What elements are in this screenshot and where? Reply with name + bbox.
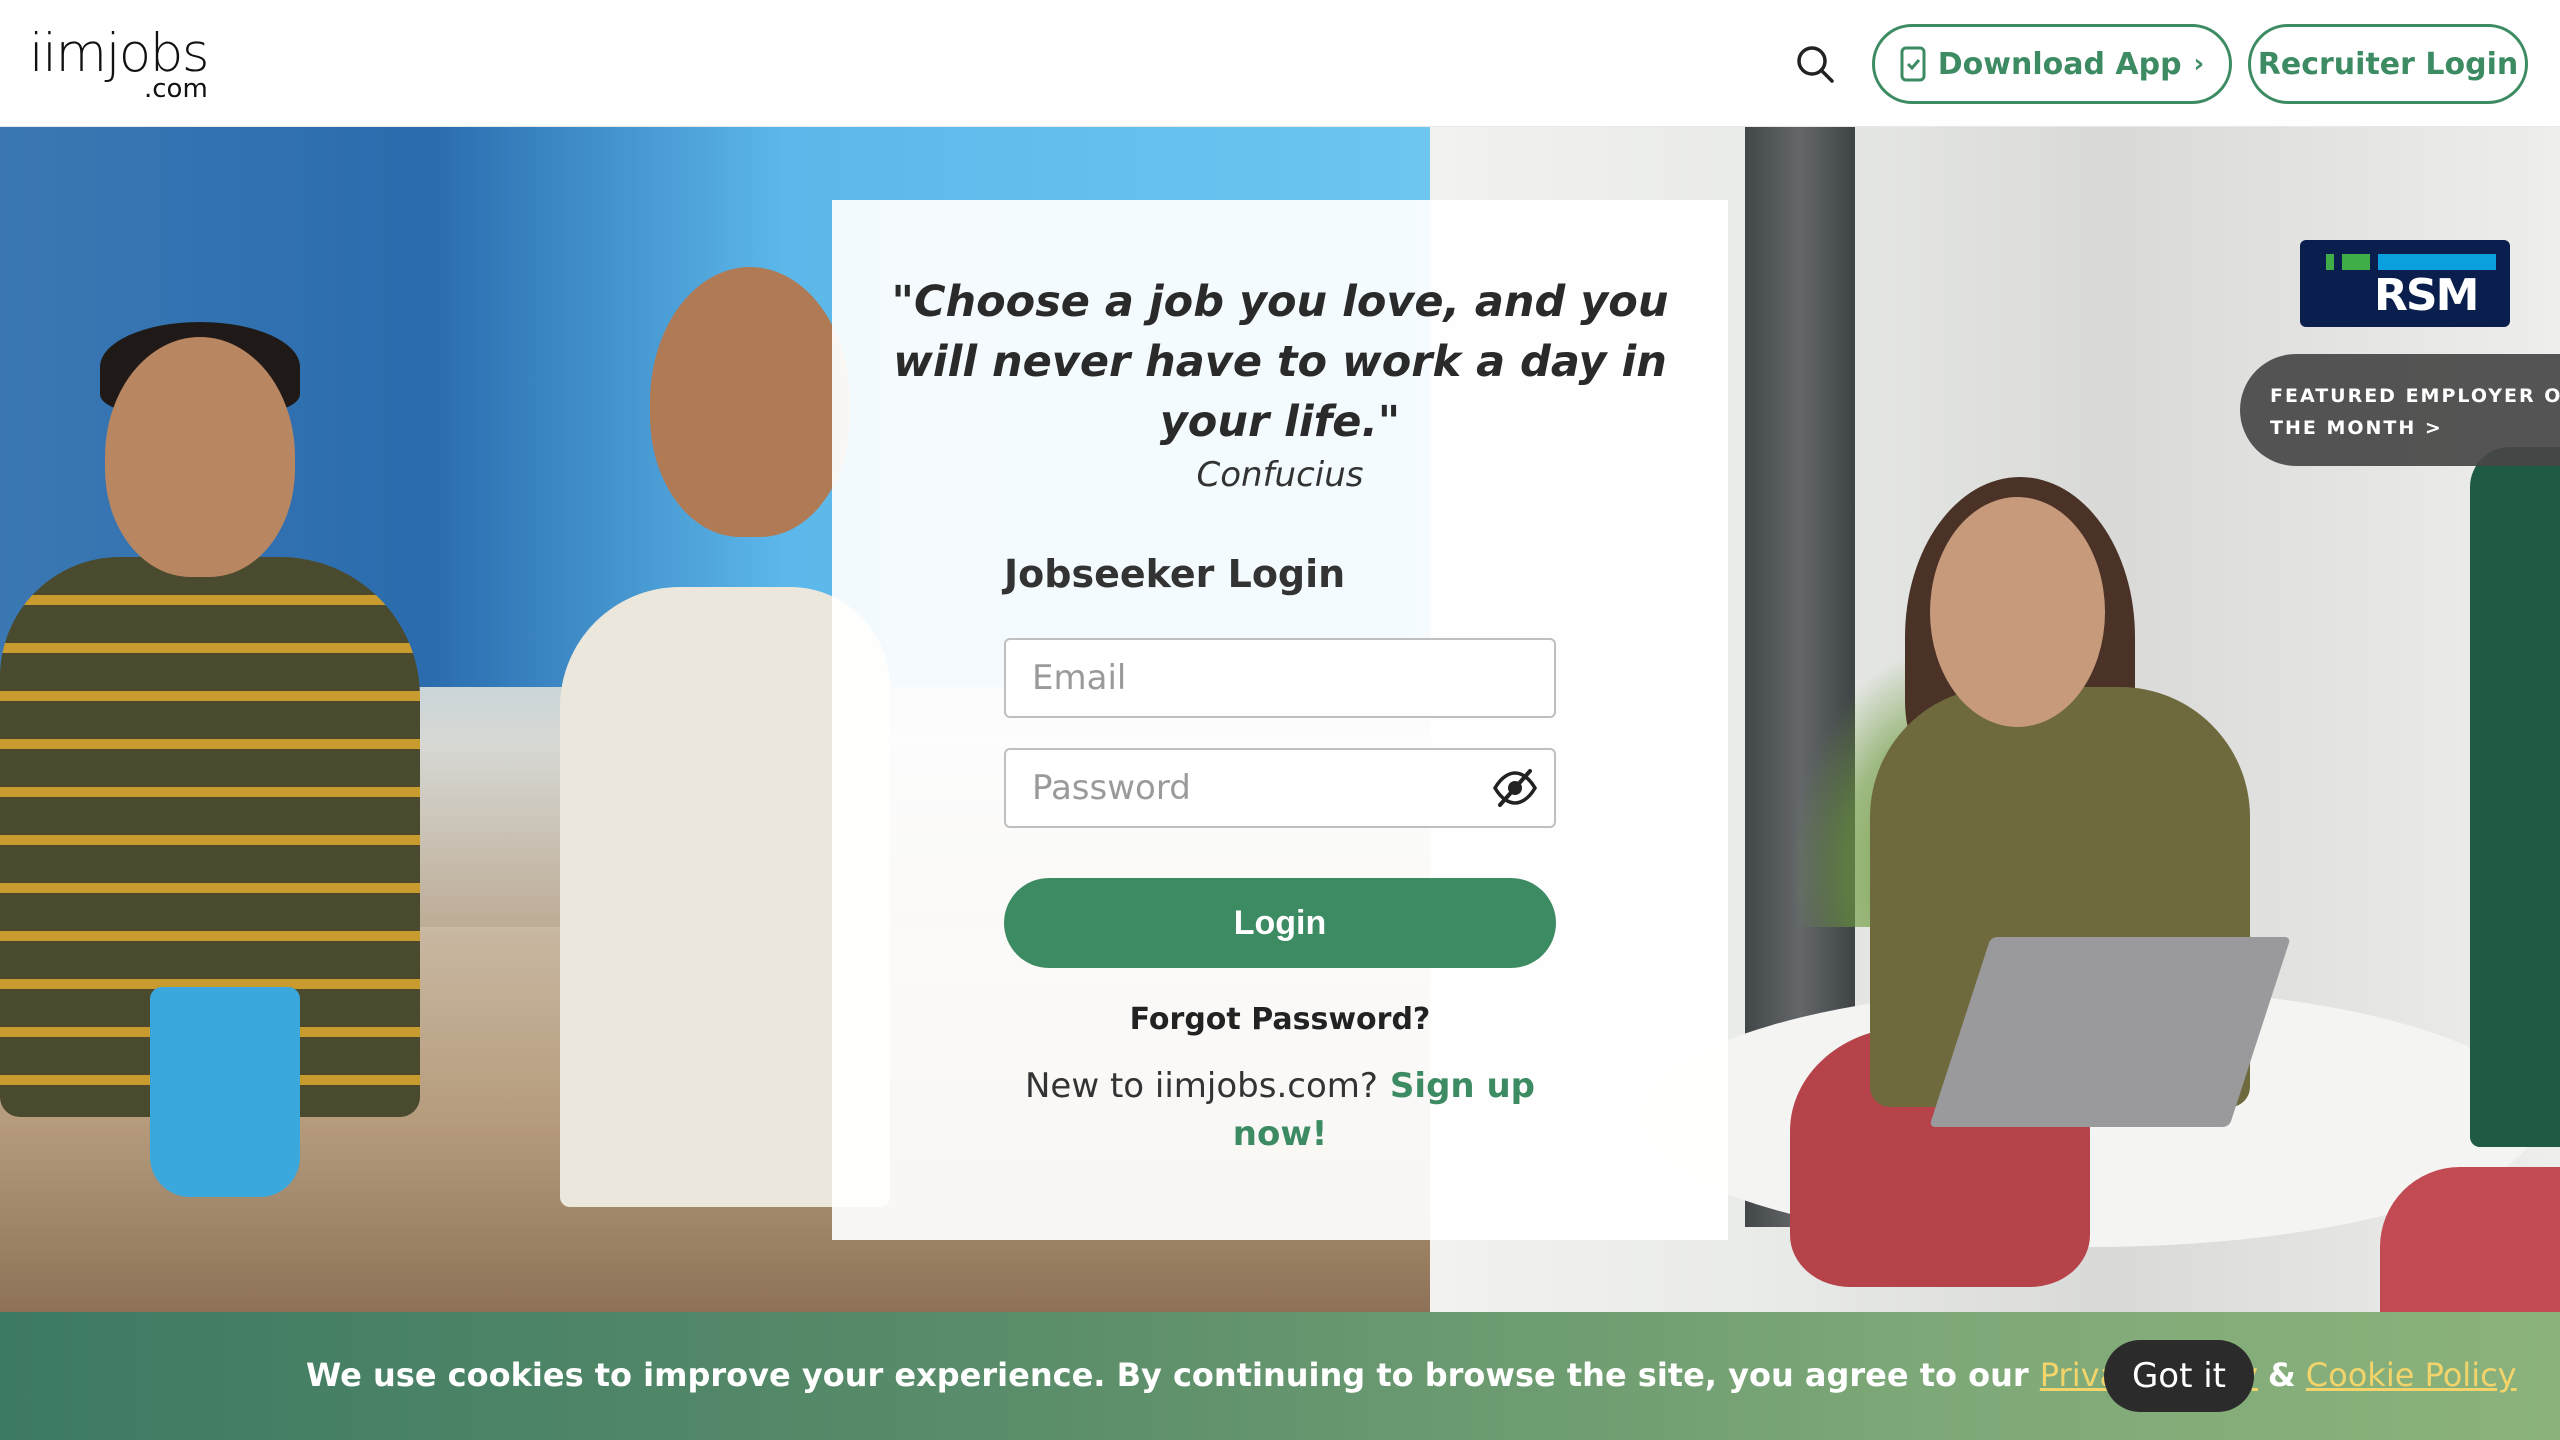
rsm-logo[interactable]: RSM [2300,240,2510,327]
cookie-policy-link[interactable]: Cookie Policy [2306,1356,2517,1394]
signup-prompt-text: New to iimjobs.com? [1024,1066,1378,1106]
download-app-label: Download App [1937,46,2182,82]
quote-author: Confucius [1196,455,1364,495]
featured-employer-badge[interactable]: FEATURED EMPLOYER OF THE MONTH > [2240,354,2560,466]
rsm-logo-text: RSM [2374,270,2479,321]
phone-icon [1900,46,1926,82]
login-title: Jobseeker Login [1004,552,1346,596]
search-icon[interactable] [1794,43,1836,85]
site-logo[interactable]: iimjobs .com [29,26,210,105]
download-app-button[interactable]: Download App › [1872,24,2232,104]
chevron-right-icon: › [2193,49,2205,79]
recruiter-login-button[interactable]: Recruiter Login [2248,24,2528,104]
top-header: iimjobs .com Download App › Recruiter Lo… [0,0,2560,127]
quote-text: "Choose a job you love, and you will nev… [891,277,1669,447]
login-card: "Choose a job you love, and you will nev… [832,200,1728,1240]
cookie-ampersand: & [2267,1356,2296,1394]
logo-sub-text: .com [144,74,208,104]
forgot-password-link[interactable]: Forgot Password? [1004,1002,1556,1037]
cookie-message: We use cookies to improve your experienc… [306,1356,2029,1394]
cookie-banner: We use cookies to improve your experienc… [0,1312,2560,1440]
recruiter-login-label: Recruiter Login [2257,46,2519,82]
email-field[interactable] [1004,638,1556,718]
password-field[interactable] [1004,748,1556,828]
eye-slash-icon[interactable] [1492,767,1538,809]
got-it-button[interactable]: Got it [2104,1340,2254,1412]
signup-prompt: New to iimjobs.com? Sign up now! [1004,1062,1556,1158]
login-button[interactable]: Login [1004,878,1556,968]
